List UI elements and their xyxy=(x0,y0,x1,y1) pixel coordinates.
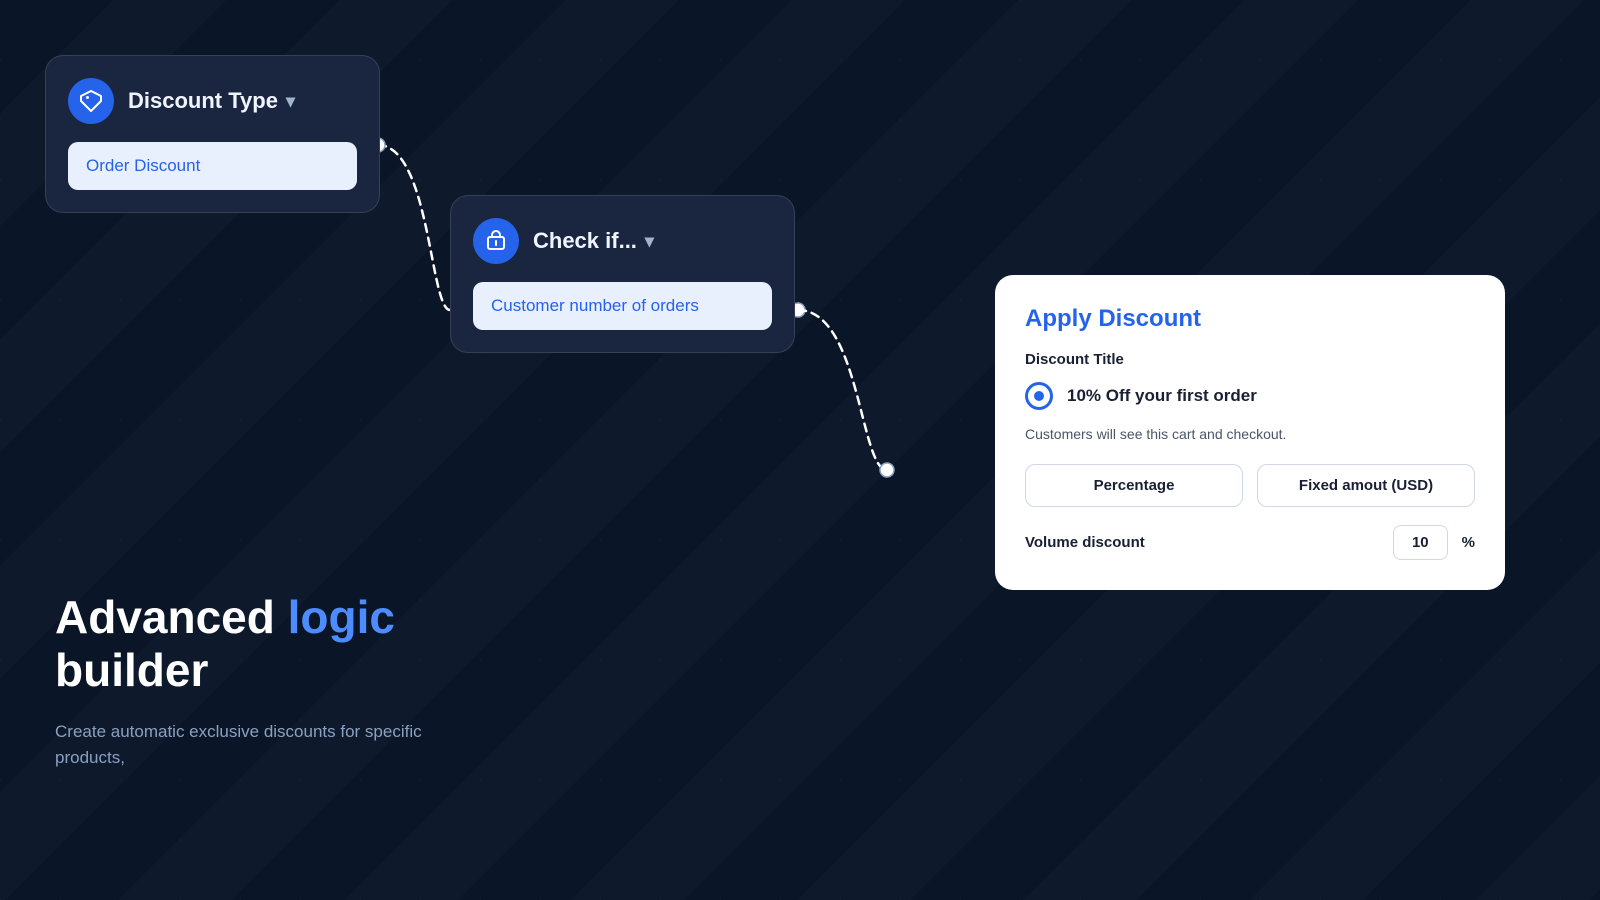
discount-title-label: Discount Title xyxy=(1025,351,1475,368)
tag-icon xyxy=(79,89,103,113)
headline: Advanced logic builder xyxy=(55,591,435,697)
apply-discount-card: Apply Discount Discount Title 10% Off yo… xyxy=(995,275,1505,590)
fixed-amount-option[interactable]: Fixed amout (USD) xyxy=(1257,464,1475,507)
volume-row: Volume discount 10 % xyxy=(1025,525,1475,560)
card2-title[interactable]: Check if... ▾ xyxy=(533,228,654,254)
bottom-text-section: Advanced logic builder Create automatic … xyxy=(55,591,435,770)
headline-normal: Advanced xyxy=(55,591,288,643)
volume-percent: % xyxy=(1462,534,1475,551)
percentage-option[interactable]: Percentage xyxy=(1025,464,1243,507)
card2-title-text: Check if... xyxy=(533,228,637,254)
headline-highlight: logic xyxy=(288,591,395,643)
discount-type-card: Discount Type ▾ Order Discount xyxy=(45,55,380,213)
cart-checkout-text: Customers will see this cart and checkou… xyxy=(1025,426,1475,442)
check-if-icon-circle xyxy=(473,218,519,264)
card1-title-text: Discount Type xyxy=(128,88,278,114)
card2-option[interactable]: Customer number of orders xyxy=(473,282,772,330)
card1-chevron[interactable]: ▾ xyxy=(286,91,295,112)
box-icon xyxy=(484,229,508,253)
discount-type-icon-circle xyxy=(68,78,114,124)
card2-chevron[interactable]: ▾ xyxy=(645,231,654,252)
headline-line2: builder xyxy=(55,644,208,696)
radio-button[interactable] xyxy=(1025,382,1053,410)
card1-header: Discount Type ▾ xyxy=(68,78,357,124)
radio-row: 10% Off your first order xyxy=(1025,382,1475,410)
subtext: Create automatic exclusive discounts for… xyxy=(55,719,435,770)
volume-discount-label: Volume discount xyxy=(1025,534,1379,551)
apply-discount-title: Apply Discount xyxy=(1025,305,1475,333)
card1-title[interactable]: Discount Type ▾ xyxy=(128,88,295,114)
radio-label: 10% Off your first order xyxy=(1067,386,1257,406)
volume-value[interactable]: 10 xyxy=(1393,525,1448,560)
check-if-card: Check if... ▾ Customer number of orders xyxy=(450,195,795,353)
discount-options-row: Percentage Fixed amout (USD) xyxy=(1025,464,1475,507)
card1-option[interactable]: Order Discount xyxy=(68,142,357,190)
card2-header: Check if... ▾ xyxy=(473,218,772,264)
